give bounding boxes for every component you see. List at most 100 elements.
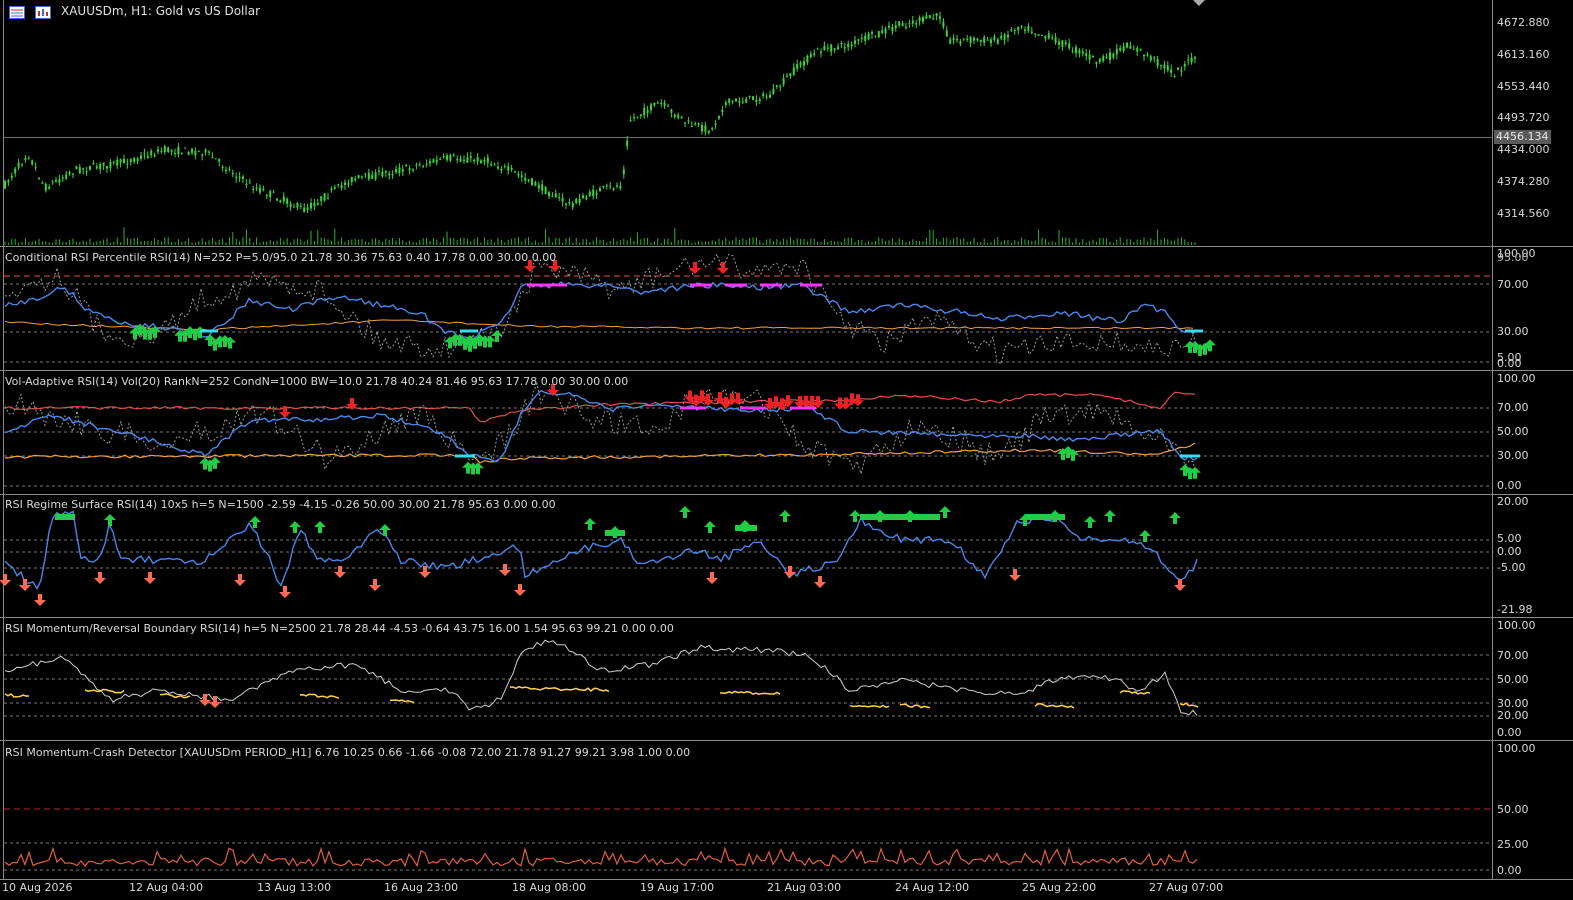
time-axis-label: 25 Aug 22:00 (1022, 881, 1097, 894)
candle-body (344, 182, 346, 185)
candle-body (55, 180, 57, 182)
current-price-badge: 4456.134 (1494, 130, 1551, 144)
indicator-axis-label: 0.00 (1497, 357, 1522, 370)
candle-body (1095, 61, 1098, 64)
candle-body (1047, 33, 1050, 39)
candle-body (622, 169, 625, 175)
chart-window-icon[interactable] (35, 4, 51, 19)
candle-body (323, 193, 326, 201)
candle-body (1173, 75, 1176, 77)
bullish-block (735, 525, 757, 531)
candle-body (72, 173, 74, 175)
candle-body (956, 38, 958, 41)
candle-body (857, 39, 860, 41)
candle-body (449, 154, 452, 161)
candle-body (442, 155, 445, 157)
candle-body (276, 198, 278, 201)
candle-body (677, 114, 680, 118)
indicator-axis-label: 30.00 (1497, 449, 1529, 462)
candle-body (874, 35, 877, 37)
indicator-axis-label: 0.00 (1497, 479, 1522, 492)
candle-body (381, 171, 384, 177)
indicator-axis-label: 20.00 (1497, 495, 1529, 508)
candle-body (75, 166, 78, 170)
candle-body (401, 169, 404, 172)
candle-body (170, 149, 173, 152)
candle-body (44, 183, 47, 191)
indicator-axis-label: 70.00 (1497, 278, 1529, 291)
candle-body (871, 32, 873, 35)
candle-body (51, 181, 54, 183)
candle-body (537, 184, 540, 189)
candle-body (194, 150, 197, 156)
candle-body (867, 33, 870, 40)
candle-body (7, 180, 10, 183)
indicator-axis-label: 30.00 (1497, 325, 1529, 338)
signal-dots (200, 329, 218, 333)
price-axis-label: 4434.000 (1497, 143, 1550, 156)
candle-body (201, 154, 204, 156)
price-axis-label: 4613.160 (1497, 48, 1550, 61)
candle-body (316, 203, 319, 205)
time-axis-label: 12 Aug 04:00 (129, 881, 204, 894)
indicator-axis-label: -5.00 (1497, 561, 1526, 574)
candle-body (490, 164, 493, 166)
candle-body (578, 198, 581, 203)
candle-body (816, 48, 819, 50)
candle-body (364, 173, 367, 175)
candle-body (731, 100, 734, 102)
candle-body (395, 169, 397, 173)
candle-body (894, 25, 897, 29)
candle-body (799, 62, 802, 66)
candle-body (493, 164, 496, 166)
candle-body (1085, 53, 1088, 56)
candle-body (1081, 51, 1084, 54)
candle-body (605, 185, 608, 187)
candle-body (701, 124, 703, 132)
chart-canvas[interactable] (0, 0, 1573, 900)
candle-body (1017, 26, 1020, 31)
candle-body (255, 187, 258, 189)
indicator-axis-label: 70.00 (1497, 649, 1529, 662)
menu-icon[interactable] (9, 4, 25, 19)
candle-body (4, 181, 6, 189)
candle-body (1098, 58, 1101, 62)
signal-dots (725, 283, 747, 287)
candle-body (996, 39, 999, 44)
candle-body (524, 177, 527, 181)
candle-body (806, 55, 809, 63)
candle-body (898, 21, 901, 26)
candle-body (884, 28, 887, 34)
candle-body (663, 102, 666, 106)
time-axis-label: 21 Aug 03:00 (767, 881, 842, 894)
candle-body (949, 39, 952, 44)
candle-body (136, 158, 139, 162)
candle-body (612, 188, 615, 190)
candle-body (211, 157, 214, 159)
candle-body (548, 192, 550, 197)
candle-body (109, 161, 112, 169)
candle-body (1061, 40, 1064, 47)
candle-body (21, 163, 23, 165)
candle-body (293, 206, 295, 208)
candle-body (983, 37, 986, 44)
candle-body (313, 203, 316, 207)
candle-body (928, 15, 931, 18)
indicator-axis-label: 20.00 (1497, 709, 1529, 722)
candle-body (208, 151, 210, 153)
candle-body (673, 114, 676, 117)
candle-body (667, 105, 669, 107)
candle-body (704, 125, 707, 132)
price-axis-label: 4493.720 (1497, 111, 1550, 124)
candle-body (881, 30, 884, 34)
indicator-label: RSI Momentum/Reversal Boundary RSI(14) h… (5, 622, 674, 635)
candle-body (405, 164, 408, 167)
candle-body (616, 185, 618, 187)
indicator-label: Vol-Adaptive RSI(14) Vol(20) RankN=252 C… (5, 375, 629, 388)
candle-body (282, 196, 285, 202)
candle-body (1003, 34, 1006, 41)
window-title: XAUUSDm, H1: Gold vs US Dollar (61, 4, 261, 18)
candle-body (422, 166, 425, 168)
candle-body (588, 191, 591, 197)
candle-body (918, 17, 921, 21)
